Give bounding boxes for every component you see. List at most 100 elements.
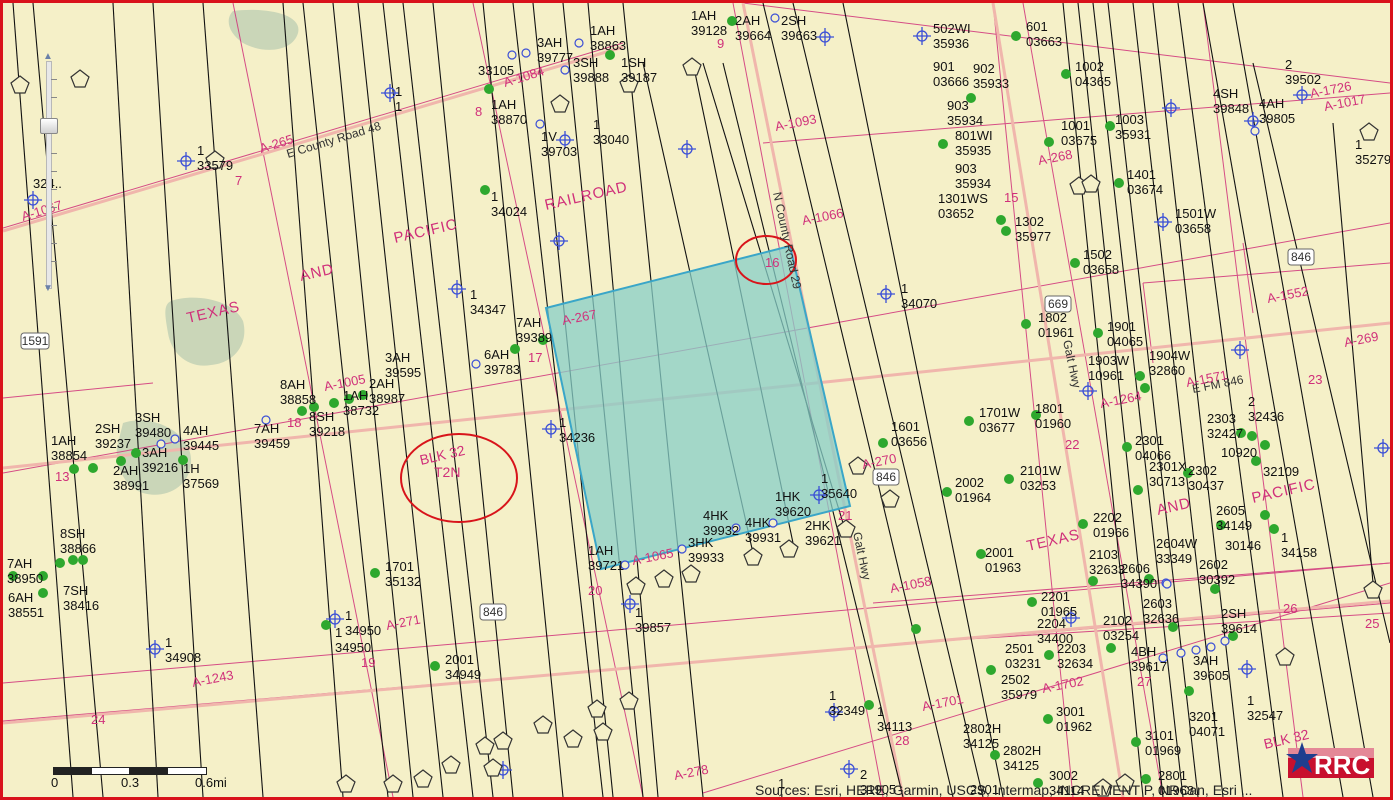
- well-label-bottom: 32633: [1089, 562, 1125, 577]
- well-label-top: 33105: [478, 63, 514, 78]
- well-label-top: 2103: [1089, 547, 1118, 562]
- well-label-bottom: 38858: [280, 392, 316, 407]
- zoom-track[interactable]: [46, 61, 52, 289]
- well-label: 232436: [1248, 394, 1284, 424]
- well-label-top: 4HK: [703, 508, 729, 523]
- well-label-bottom: 04071: [1189, 724, 1225, 739]
- well-label-top: 1901: [1107, 319, 1136, 334]
- well-label-top: 3201: [1189, 709, 1218, 724]
- well-label-bottom: 35933: [973, 76, 1009, 91]
- well-label: 90103666: [933, 59, 969, 89]
- survey-a-268: A-268: [1037, 147, 1074, 168]
- survey-a-1093: A-1093: [774, 111, 818, 134]
- well-label-bottom: 39621: [805, 533, 841, 548]
- well-label-top: 2802H: [1003, 743, 1041, 758]
- well-label-bottom: 39459: [254, 436, 290, 451]
- well-label: 2802H34125: [1003, 743, 1041, 773]
- well-label-top: 1801: [1035, 401, 1064, 416]
- well-label-top: 3SH: [135, 410, 160, 425]
- well-label-top: 3101: [1145, 728, 1174, 743]
- zoom-slider[interactable]: ▲ ▼: [39, 51, 58, 295]
- well-label-top: 2605: [1216, 503, 1245, 518]
- well-label-bottom: 38732: [343, 403, 379, 418]
- well-label: 100103675: [1061, 118, 1097, 148]
- well-label-top: 3002: [1049, 768, 1078, 783]
- well-label-bottom: 39620: [775, 504, 811, 519]
- well-label-bottom: 35936: [933, 36, 969, 51]
- well-label-top: 801WI: [955, 128, 993, 143]
- well-label: 130235977: [1015, 214, 1051, 244]
- well-label-top: 4AH: [1259, 96, 1284, 111]
- well-label-top: 1904W: [1149, 348, 1191, 363]
- well-label-top: 10920: [1221, 445, 1257, 460]
- well-label: 60103663: [1026, 19, 1062, 49]
- svg-text:24: 24: [91, 712, 105, 727]
- well-label-top: 1H: [183, 461, 200, 476]
- svg-text:23: 23: [1308, 372, 1322, 387]
- well-label-top: 3AH: [385, 350, 410, 365]
- well-label-top: 901: [933, 59, 955, 74]
- svg-text:846: 846: [1291, 250, 1311, 264]
- well-label-bottom: 03663: [1026, 34, 1062, 49]
- well-label-bottom: 35640: [821, 486, 857, 501]
- zoom-out-icon[interactable]: ▼: [42, 283, 54, 295]
- svg-text:18: 18: [287, 415, 301, 430]
- well-label: 139857: [635, 605, 671, 635]
- well-label-bottom: 39445: [183, 438, 219, 453]
- well-label-bottom: 34347: [470, 302, 506, 317]
- well-label-bottom: 39664: [735, 28, 771, 43]
- well-label-top: 2303: [1207, 411, 1236, 426]
- well-label-bottom: 39617: [1131, 659, 1167, 674]
- well-label-top: 1: [165, 635, 172, 650]
- well-label-bottom: 10961: [1088, 368, 1124, 383]
- well-label: 140103674: [1127, 167, 1163, 197]
- well-label-top: 4BH: [1131, 644, 1156, 659]
- scale-bar: 0 0.3 0.6mi: [51, 763, 251, 791]
- well-label-bottom: 35934: [947, 113, 983, 128]
- well-label-top: 2502: [1001, 672, 1030, 687]
- well-label: 1903W10961: [1088, 353, 1130, 383]
- well-label-top: 2AH: [369, 376, 394, 391]
- well-label-top: 1: [1355, 137, 1362, 152]
- well-label-bottom: 03666: [933, 74, 969, 89]
- well-label: 239502: [1285, 57, 1321, 87]
- well-label-top: 2SH: [1221, 606, 1246, 621]
- well-label: 200101963: [985, 545, 1021, 575]
- survey-a-1552: A-1552: [1266, 283, 1310, 306]
- well-label: 32109: [1263, 464, 1299, 479]
- well-label-top: 3SH: [573, 55, 598, 70]
- well-label-bottom: 34070: [901, 296, 937, 311]
- survey-a-1701: A-1701: [921, 691, 965, 714]
- well-label-top: 3AH: [142, 445, 167, 460]
- well-label-top: 7AH: [254, 421, 279, 436]
- svg-text:20: 20: [588, 583, 602, 598]
- map-view[interactable]: 1591 846 846 846 669 E County Road 48 E …: [0, 0, 1393, 800]
- well-label: 1V39703: [541, 129, 577, 159]
- well-label-top: 2606: [1121, 561, 1150, 576]
- zoom-tick: [51, 79, 57, 80]
- well-label-bottom: 01962: [1056, 719, 1092, 734]
- well-label-bottom: 34125: [1003, 758, 1039, 773]
- svg-text:27: 27: [1137, 674, 1151, 689]
- well-label-bottom: 39218: [309, 424, 345, 439]
- well-label: 2SH39614: [1221, 606, 1257, 636]
- zoom-thumb[interactable]: [40, 118, 58, 134]
- well-label-top: 8SH: [309, 409, 334, 424]
- well-label: 134070: [901, 281, 937, 311]
- well-label-top: 1003: [1115, 112, 1144, 127]
- well-label-bottom: 04365: [1075, 74, 1111, 89]
- well-label-top: 3AH: [1193, 653, 1218, 668]
- svg-text:RRC: RRC: [1314, 750, 1371, 780]
- well-label: 133040: [593, 117, 629, 147]
- well-label-top: 1701W: [979, 405, 1021, 420]
- well-label-top: 1502: [1083, 247, 1112, 262]
- well-label: 11: [395, 84, 402, 114]
- svg-text:13: 13: [55, 469, 69, 484]
- well-label-bottom: 03231: [1005, 656, 1041, 671]
- well-label-top: 502WI: [933, 21, 971, 36]
- map-canvas[interactable]: 1591 846 846 846 669 E County Road 48 E …: [3, 3, 1390, 797]
- well-label: 1AH39128: [691, 8, 727, 38]
- attribution-text[interactable]: Sources: Esri, HERE, Garmin, USGS, Inter…: [755, 782, 1252, 797]
- well-label: 134158: [1281, 530, 1317, 560]
- well-label-top: 7SH: [63, 583, 88, 598]
